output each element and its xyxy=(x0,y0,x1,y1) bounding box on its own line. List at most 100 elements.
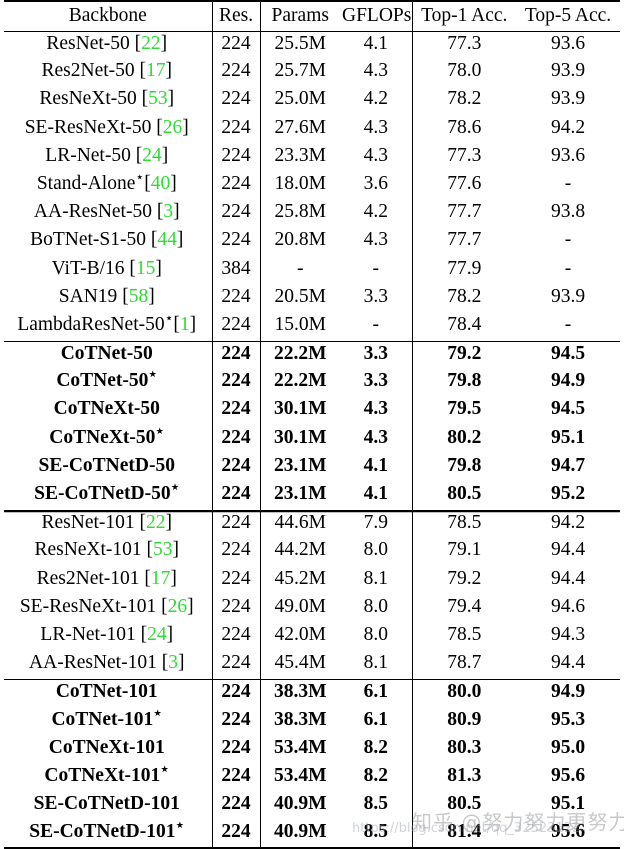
cell-top1: 80.0 xyxy=(411,678,516,708)
cell-params: - xyxy=(259,256,340,285)
cell-top1: 79.2 xyxy=(411,566,516,595)
cell-top5: - xyxy=(564,172,572,194)
citation-ref[interactable]: [40] xyxy=(144,173,177,194)
backbone-name: SE-CoTNetD-50 xyxy=(38,454,176,476)
cell-top1: 78.7 xyxy=(411,651,516,680)
table-row: SE-CoTNetD-50⋆ 224 23.1M 4.1 80.5 95.2 xyxy=(4,480,620,511)
cell-gflops: 4.3 xyxy=(363,398,388,420)
citation-number[interactable]: 26 xyxy=(168,596,188,617)
cell-res: 224 xyxy=(211,707,260,736)
citation-number[interactable]: 26 xyxy=(163,117,183,138)
cell-top5: 93.9 xyxy=(550,60,586,82)
citation-number[interactable]: 22 xyxy=(146,512,166,533)
citation-ref[interactable]: [3] xyxy=(157,652,185,673)
cell-params: 25.8M xyxy=(259,200,340,229)
table-row: Res2Net-101 [17] 224 45.2M 8.1 79.2 94.4 xyxy=(4,566,620,595)
cell-res: 224 xyxy=(211,566,260,595)
cell-top5: 94.4 xyxy=(550,567,586,589)
cell-gflops: 7.9 xyxy=(340,509,412,539)
cell-top5: - xyxy=(564,229,572,251)
citation-number[interactable]: 24 xyxy=(147,624,167,645)
citation-ref[interactable]: [24] xyxy=(136,624,174,645)
citation-number[interactable]: 17 xyxy=(151,568,171,589)
cell-res: 224 xyxy=(211,369,260,398)
table-row: LambdaResNet-50⋆[1] 224 15.0M - 78.4 - xyxy=(4,311,620,342)
cell-top1: 77.9 xyxy=(411,256,516,285)
cell-top5: 93.9 xyxy=(550,88,586,110)
cell-res: 224 xyxy=(211,340,260,370)
cell-top1: 81.3 xyxy=(411,763,516,793)
backbone-name: LR-Net-50 xyxy=(45,144,131,166)
cell-backbone: CoTNeXt-101 xyxy=(4,736,212,764)
citation-number[interactable]: 22 xyxy=(141,33,161,54)
citation-ref[interactable]: [53] xyxy=(142,539,180,560)
cell-top5: 94.3 xyxy=(550,623,586,645)
cell-res: 224 xyxy=(211,115,260,144)
citation-number[interactable]: 15 xyxy=(136,258,156,279)
cell-res: 224 xyxy=(211,171,260,201)
cell-backbone: Stand-Alone⋆[40] xyxy=(4,170,212,200)
cell-res: 224 xyxy=(211,538,260,567)
cell-res: 224 xyxy=(211,735,260,764)
cell-gflops: 4.3 xyxy=(363,116,388,138)
citation-ref[interactable]: [22] xyxy=(130,33,168,54)
citation-ref[interactable]: [17] xyxy=(135,60,173,81)
cell-res: 384 xyxy=(211,256,260,285)
backbone-name: Res2Net-101 xyxy=(36,567,140,589)
citation-ref[interactable]: [15] xyxy=(125,258,162,279)
citation-ref[interactable]: [26] xyxy=(156,596,194,617)
citation-ref[interactable]: [53] xyxy=(137,88,175,109)
cell-top1: 78.4 xyxy=(411,312,516,342)
citation-number[interactable]: 3 xyxy=(163,201,173,222)
table-row: CoTNet-101 224 38.3M 6.1 80.0 94.9 xyxy=(4,678,620,708)
cell-top5: 94.4 xyxy=(550,652,586,674)
citation-ref[interactable]: [17] xyxy=(140,568,177,589)
citation-number[interactable]: 58 xyxy=(129,286,149,307)
backbone-name: ViT-B/16 xyxy=(51,257,125,279)
citation-number[interactable]: 53 xyxy=(148,88,168,109)
citation-ref[interactable]: [22] xyxy=(135,512,173,533)
cell-params: 22.2M xyxy=(259,340,340,370)
citation-ref[interactable]: [3] xyxy=(152,201,180,222)
citation-number[interactable]: 53 xyxy=(153,539,173,560)
backbone-name: ResNeXt-50 xyxy=(39,88,137,110)
citation-number[interactable]: 24 xyxy=(142,145,162,166)
cell-res: 224 xyxy=(211,651,260,680)
table-header: Backbone Res. Params GFLOPs Top-1 Acc. T… xyxy=(4,0,620,31)
cell-gflops: - xyxy=(372,257,380,279)
citation-ref[interactable]: [1] xyxy=(173,314,196,335)
citation-number[interactable]: 3 xyxy=(168,652,178,673)
cell-top1: 79.1 xyxy=(411,538,516,567)
table-row: CoTNet-50 224 22.2M 3.3 79.2 94.5 xyxy=(4,340,620,370)
cell-top5: - xyxy=(564,257,572,279)
cell-top1: 79.8 xyxy=(411,369,516,398)
citation-ref[interactable]: [58] xyxy=(117,286,155,307)
table-row: CoTNeXt-50 224 30.1M 4.3 79.5 94.5 xyxy=(4,397,620,426)
cell-res: 224 xyxy=(211,228,260,257)
table-row: CoTNet-50⋆ 224 22.2M 3.3 79.8 94.9 xyxy=(4,368,620,398)
citation-number[interactable]: 17 xyxy=(146,60,166,81)
cell-params: 30.1M xyxy=(259,397,340,426)
table-row: Stand-Alone⋆[40] 224 18.0M 3.6 77.6- xyxy=(4,170,620,201)
citation-number[interactable]: 40 xyxy=(151,173,171,194)
citation-number[interactable]: 1 xyxy=(180,314,190,335)
cell-top1: 77.3 xyxy=(411,143,516,172)
cell-gflops: 4.3 xyxy=(363,426,388,448)
cell-backbone: Res2Net-50 [17] xyxy=(4,59,212,87)
backbone-name: CoTNet-101 xyxy=(55,680,158,702)
citation-ref[interactable]: [44] xyxy=(146,229,184,250)
cell-top5: 95.2 xyxy=(550,483,586,504)
table-row: CoTNeXt-101 224 53.4M 8.2 80.3 95.0 xyxy=(4,735,620,764)
citation-ref[interactable]: [26] xyxy=(151,117,189,138)
cell-backbone: CoTNet-101⋆ xyxy=(4,706,212,736)
cell-gflops: 4.1 xyxy=(340,30,412,60)
cell-gflops: 8.5 xyxy=(340,820,412,849)
cell-params: 27.6M xyxy=(259,115,340,144)
cell-top5: 94.9 xyxy=(550,370,586,392)
citation-ref[interactable]: [24] xyxy=(131,145,169,166)
cell-top5: 94.4 xyxy=(550,539,586,561)
table-row: AA-ResNet-50 [3] 224 25.8M 4.2 77.7 93.8 xyxy=(4,200,620,229)
cell-params: 25.7M xyxy=(259,59,340,88)
citation-number[interactable]: 44 xyxy=(157,229,177,250)
backbone-name: SE-CoTNetD-50 xyxy=(34,483,171,504)
